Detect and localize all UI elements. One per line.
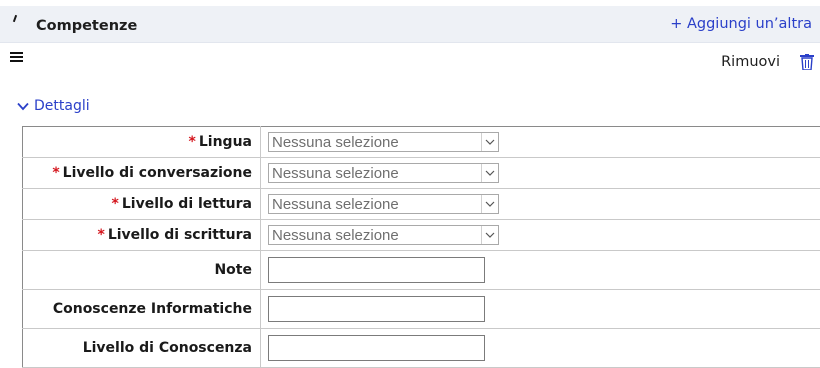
form-row-conoscenze-informatiche: Conoscenze Informatiche (23, 290, 820, 329)
livello-conoscenza-input[interactable] (268, 335, 485, 361)
form-row-lingua: *Lingua Nessuna selezione (23, 127, 820, 158)
form-row-livello-conoscenza: Livello di Conoscenza (23, 329, 820, 368)
conoscenze-informatiche-label: Conoscenze Informatiche (23, 290, 261, 329)
section-title: Competenze (36, 18, 137, 34)
required-marker: * (98, 227, 105, 243)
field-value-cell (261, 290, 820, 329)
livello-lettura-label: Livello di lettura (122, 196, 252, 212)
livello-lettura-select-value: Nessuna selezione (272, 196, 399, 213)
required-marker: * (112, 196, 119, 212)
dropdown-arrow-icon (481, 133, 498, 151)
livello-scrittura-label: Livello di scrittura (108, 227, 252, 243)
field-value-cell (261, 329, 820, 368)
field-value-cell: Nessuna selezione (261, 158, 820, 189)
dropdown-arrow-icon (481, 195, 498, 213)
field-label-cell: *Livello di lettura (23, 189, 261, 220)
field-value-cell (261, 251, 820, 290)
required-marker: * (189, 134, 196, 150)
add-another-link[interactable]: + Aggiungi un’altra (670, 16, 812, 32)
livello-conoscenza-label: Livello di Conoscenza (23, 329, 261, 368)
lingua-select-value: Nessuna selezione (272, 134, 399, 151)
field-value-cell: Nessuna selezione (261, 220, 820, 251)
livello-scrittura-select-value: Nessuna selezione (272, 227, 399, 244)
lingua-select[interactable]: Nessuna selezione (268, 132, 499, 152)
remove-control: Rimuovi (721, 52, 820, 72)
collapse-caret-icon[interactable] (13, 15, 17, 22)
lingua-label: Lingua (199, 134, 252, 150)
trash-icon[interactable] (800, 54, 814, 70)
details-form: *Lingua Nessuna selezione *Livello di co… (22, 126, 820, 368)
hamburger-icon[interactable] (10, 52, 23, 62)
chevron-down-icon (17, 102, 29, 111)
remove-button[interactable]: Rimuovi (721, 54, 780, 70)
field-value-cell: Nessuna selezione (261, 189, 820, 220)
livello-conversazione-select-value: Nessuna selezione (272, 165, 399, 182)
form-row-livello-conversazione: *Livello di conversazione Nessuna selezi… (23, 158, 820, 189)
form-row-note: Note (23, 251, 820, 290)
dropdown-arrow-icon (481, 226, 498, 244)
field-label-cell: *Lingua (23, 127, 261, 158)
field-label-cell: *Livello di conversazione (23, 158, 261, 189)
form-row-livello-scrittura: *Livello di scrittura Nessuna selezione (23, 220, 820, 251)
livello-scrittura-select[interactable]: Nessuna selezione (268, 225, 499, 245)
required-marker: * (52, 165, 59, 181)
form-row-livello-lettura: *Livello di lettura Nessuna selezione (23, 189, 820, 220)
conoscenze-informatiche-input[interactable] (268, 296, 485, 322)
field-label-cell: *Livello di scrittura (23, 220, 261, 251)
livello-lettura-select[interactable]: Nessuna selezione (268, 194, 499, 214)
note-label: Note (23, 251, 261, 290)
field-value-cell: Nessuna selezione (261, 127, 820, 158)
livello-conversazione-select[interactable]: Nessuna selezione (268, 163, 499, 183)
details-label: Dettagli (34, 98, 90, 114)
details-toggle[interactable]: Dettagli (17, 98, 90, 114)
dropdown-arrow-icon (481, 164, 498, 182)
livello-conversazione-label: Livello di conversazione (63, 165, 252, 181)
note-input[interactable] (268, 257, 485, 283)
section-header: Competenze + Aggiungi un’altra (0, 6, 820, 43)
